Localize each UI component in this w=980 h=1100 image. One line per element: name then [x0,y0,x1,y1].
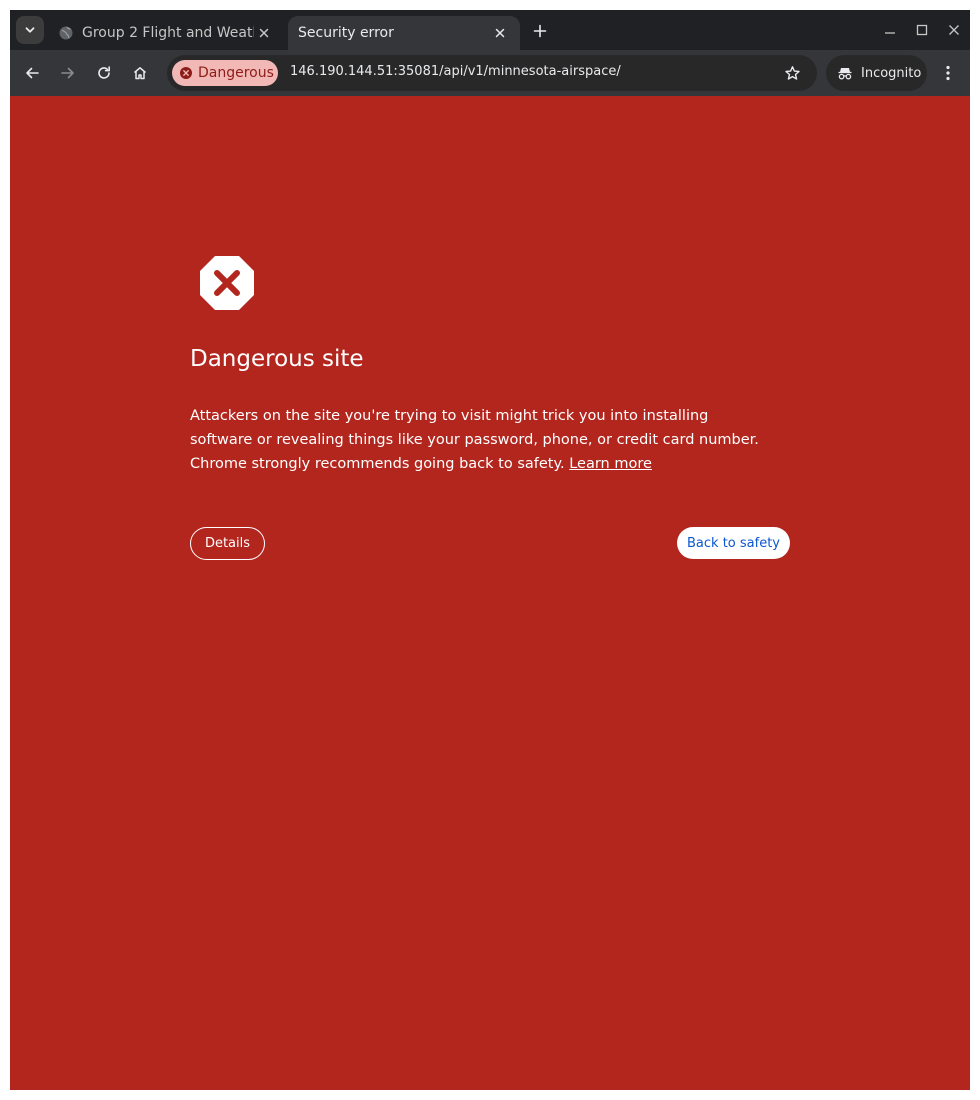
address-bar[interactable]: Dangerous 146.190.144.51:35081/api/v1/mi… [167,55,817,91]
tab-security-error[interactable]: Security error [288,16,520,50]
close-icon[interactable] [490,23,510,43]
back-button[interactable] [20,61,44,85]
profile-label: Incognito [861,65,922,81]
warning-message-text: Attackers on the site you're trying to v… [190,408,759,472]
chevron-down-icon [25,27,35,33]
details-button[interactable]: Details [190,527,265,560]
learn-more-link[interactable]: Learn more [569,456,652,472]
url-text[interactable]: 146.190.144.51:35081/api/v1/minnesota-ai… [290,64,621,79]
bookmark-button[interactable] [781,62,803,84]
error-circle-icon [180,67,192,79]
arrow-right-icon [61,67,74,79]
minimize-button[interactable] [880,20,900,40]
maximize-icon [916,24,928,36]
globe-icon [59,26,73,40]
tab-title: Security error [298,25,394,41]
close-icon[interactable] [254,23,274,43]
maximize-button[interactable] [912,20,932,40]
tab-strip: Group 2 Flight and Weather Monitor Secur… [10,10,970,50]
star-icon [784,65,800,80]
reload-icon [98,66,110,79]
profile-button[interactable]: Incognito [826,55,927,91]
danger-octagon-icon [200,256,254,310]
kebab-menu-icon [946,65,950,81]
menu-button[interactable] [938,61,958,85]
interstitial-page: Dangerous site Attackers on the site you… [10,96,970,1090]
toolbar: Dangerous 146.190.144.51:35081/api/v1/mi… [10,50,970,96]
reload-button[interactable] [92,61,116,85]
home-icon [134,67,146,80]
new-tab-button[interactable] [528,19,552,43]
incognito-icon [838,68,852,80]
minimize-icon [885,32,895,34]
arrow-left-icon [26,67,39,79]
browser-window: Group 2 Flight and Weather Monitor Secur… [10,10,970,1090]
tab-flight-weather[interactable]: Group 2 Flight and Weather Monitor [48,16,284,50]
close-icon [949,25,959,35]
tab-search-button[interactable] [16,16,44,44]
home-button[interactable] [128,61,152,85]
security-chip-label: Dangerous [198,65,274,81]
back-to-safety-button[interactable]: Back to safety [677,527,790,559]
plus-icon [533,24,547,38]
tab-title: Group 2 Flight and Weather Monitor [82,25,254,41]
forward-button[interactable] [56,61,80,85]
warning-message: Attackers on the site you're trying to v… [190,404,770,476]
page-title: Dangerous site [190,346,364,372]
security-chip[interactable]: Dangerous [172,60,278,86]
window-close-button[interactable] [944,20,964,40]
